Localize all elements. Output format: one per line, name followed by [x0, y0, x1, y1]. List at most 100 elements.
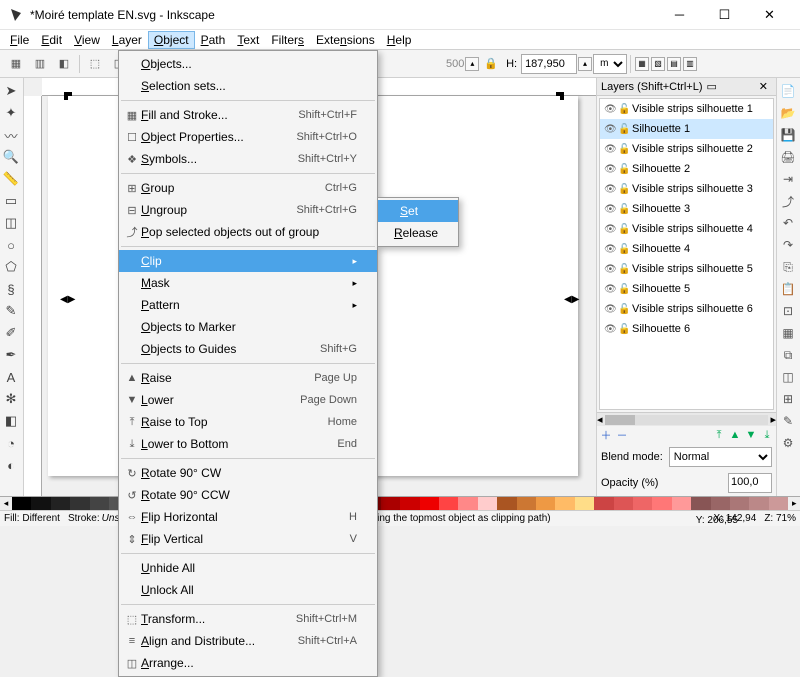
color-swatch[interactable]: [400, 497, 419, 510]
align-btn2-icon[interactable]: ▧: [651, 57, 665, 71]
layer-row[interactable]: 👁🔓Visible strips silhouette 5: [600, 259, 773, 279]
lock-icon[interactable]: 🔓: [618, 184, 632, 195]
palette-left-icon[interactable]: ◂: [0, 497, 12, 510]
lock-icon[interactable]: 🔓: [618, 144, 632, 155]
tool-rect-icon[interactable]: ▭: [0, 190, 22, 212]
mi-clip[interactable]: Clip▸: [119, 250, 377, 272]
align-btn3-icon[interactable]: ▤: [667, 57, 681, 71]
cmd-import-icon[interactable]: ⇥: [777, 168, 799, 190]
mi-symbols-[interactable]: ❖Symbols...Shift+Ctrl+Y: [119, 148, 377, 170]
tb-new-icon[interactable]: ▦: [5, 53, 27, 75]
menu-filters[interactable]: Filters: [265, 31, 310, 49]
layer-row[interactable]: 👁🔓Silhouette 6: [600, 319, 773, 339]
visibility-icon[interactable]: 👁: [604, 204, 618, 215]
layer-row[interactable]: 👁🔓Visible strips silhouette 6: [600, 299, 773, 319]
cmd-print-icon[interactable]: 🖨: [777, 146, 799, 168]
tool-node-icon[interactable]: ✦: [0, 102, 22, 124]
color-swatch[interactable]: [575, 497, 594, 510]
maximize-button[interactable]: ☐: [702, 0, 747, 30]
mi-objects-[interactable]: Objects...: [119, 53, 377, 75]
mi-objects-to-guides[interactable]: Objects to GuidesShift+G: [119, 338, 377, 360]
color-swatch[interactable]: [420, 497, 439, 510]
cmd-redo-icon[interactable]: ↷: [777, 234, 799, 256]
mi-lower[interactable]: ▼LowerPage Down: [119, 389, 377, 411]
cmd-zoomfit-icon[interactable]: ⊡: [777, 300, 799, 322]
color-swatch[interactable]: [555, 497, 574, 510]
cmd-clone-icon[interactable]: ◫: [777, 366, 799, 388]
cmd-copy-icon[interactable]: ⎘: [777, 256, 799, 278]
visibility-icon[interactable]: 👁: [604, 244, 618, 255]
lock-icon[interactable]: 🔓: [618, 124, 632, 135]
clip-set[interactable]: Set: [378, 200, 458, 222]
lock-icon[interactable]: 🔓: [618, 324, 632, 335]
minimize-button[interactable]: ─: [657, 0, 702, 30]
lock-icon[interactable]: 🔓: [618, 284, 632, 295]
color-swatch[interactable]: [633, 497, 652, 510]
color-swatch[interactable]: [594, 497, 613, 510]
layer-row[interactable]: 👁🔓Silhouette 5: [600, 279, 773, 299]
layer-up-icon[interactable]: ▲: [728, 428, 742, 442]
mi-ungroup[interactable]: ⊟UngroupShift+Ctrl+G: [119, 199, 377, 221]
tool-3dbox-icon[interactable]: ◫: [0, 212, 22, 234]
layer-row[interactable]: 👁🔓Silhouette 1: [600, 119, 773, 139]
tool-fill-icon[interactable]: ◔: [0, 432, 22, 454]
tool-calligraphy-icon[interactable]: ✒: [0, 344, 22, 366]
visibility-icon[interactable]: 👁: [604, 264, 618, 275]
mi-group[interactable]: ⊞GroupCtrl+G: [119, 177, 377, 199]
cmd-undo-icon[interactable]: ↶: [777, 212, 799, 234]
color-swatch[interactable]: [711, 497, 730, 510]
h-spin-icon[interactable]: ▴: [578, 57, 592, 71]
color-swatch[interactable]: [672, 497, 691, 510]
layer-add-icon[interactable]: ＋: [599, 428, 613, 442]
menu-extensions[interactable]: Extensions: [310, 31, 381, 49]
cmd-prefs-icon[interactable]: ⚙: [777, 432, 799, 454]
mi-flip-vertical[interactable]: ⇕Flip VerticalV: [119, 528, 377, 550]
visibility-icon[interactable]: 👁: [604, 184, 618, 195]
lock-icon[interactable]: 🔓: [618, 164, 632, 175]
clip-release[interactable]: Release: [378, 222, 458, 244]
color-swatch[interactable]: [517, 497, 536, 510]
handle-tr-icon[interactable]: [556, 92, 564, 100]
layer-row[interactable]: 👁🔓Visible strips silhouette 2: [600, 139, 773, 159]
cmd-open-icon[interactable]: 📂: [777, 102, 799, 124]
tb-select-icon[interactable]: ⬚: [84, 53, 106, 75]
visibility-icon[interactable]: 👁: [604, 284, 618, 295]
palette-right-icon[interactable]: ▸: [788, 497, 800, 510]
menu-help[interactable]: Help: [381, 31, 418, 49]
unit-select[interactable]: mm: [593, 54, 627, 74]
opacity-input[interactable]: 100,0: [728, 473, 772, 493]
menu-edit[interactable]: Edit: [35, 31, 68, 49]
mi-raise-to-top[interactable]: ⤒Raise to TopHome: [119, 411, 377, 433]
color-swatch[interactable]: [769, 497, 788, 510]
menu-layer[interactable]: Layer: [106, 31, 148, 49]
lock-icon[interactable]: 🔓: [618, 104, 632, 115]
color-swatch[interactable]: [478, 497, 497, 510]
layer-row[interactable]: 👁🔓Visible strips silhouette 4: [600, 219, 773, 239]
lock-icon[interactable]: 🔓: [618, 224, 632, 235]
mi-rotate-90-ccw[interactable]: ↺Rotate 90° CCW: [119, 484, 377, 506]
tool-bezier-icon[interactable]: ✐: [0, 322, 22, 344]
height-input[interactable]: [521, 54, 577, 74]
mi-unlock-all[interactable]: Unlock All: [119, 579, 377, 601]
align-btn4-icon[interactable]: ▥: [683, 57, 697, 71]
color-swatch[interactable]: [652, 497, 671, 510]
tool-star-icon[interactable]: ⬠: [0, 256, 22, 278]
color-swatch[interactable]: [12, 497, 31, 510]
handle-ml-icon[interactable]: ◀▶: [60, 294, 68, 302]
visibility-icon[interactable]: 👁: [604, 324, 618, 335]
mi-mask[interactable]: Mask▸: [119, 272, 377, 294]
close-button[interactable]: ✕: [747, 0, 792, 30]
menu-path[interactable]: Path: [195, 31, 232, 49]
color-swatch[interactable]: [730, 497, 749, 510]
mi-arrange-[interactable]: ◫Arrange...: [119, 652, 377, 674]
lock-icon[interactable]: 🔓: [618, 304, 632, 315]
blend-select[interactable]: Normal: [669, 447, 772, 467]
tool-spiral-icon[interactable]: §: [0, 278, 22, 300]
layer-row[interactable]: 👁🔓Silhouette 2: [600, 159, 773, 179]
mi-align-and-distribute-[interactable]: ≡Align and Distribute...Shift+Ctrl+A: [119, 630, 377, 652]
mi-lower-to-bottom[interactable]: ⤓Lower to BottomEnd: [119, 433, 377, 455]
mi-unhide-all[interactable]: Unhide All: [119, 557, 377, 579]
mi-fill-and-stroke-[interactable]: ▦Fill and Stroke...Shift+Ctrl+F: [119, 104, 377, 126]
mi-rotate-90-cw[interactable]: ↻Rotate 90° CW: [119, 462, 377, 484]
mi-flip-horizontal[interactable]: ⇔Flip HorizontalH: [119, 506, 377, 528]
